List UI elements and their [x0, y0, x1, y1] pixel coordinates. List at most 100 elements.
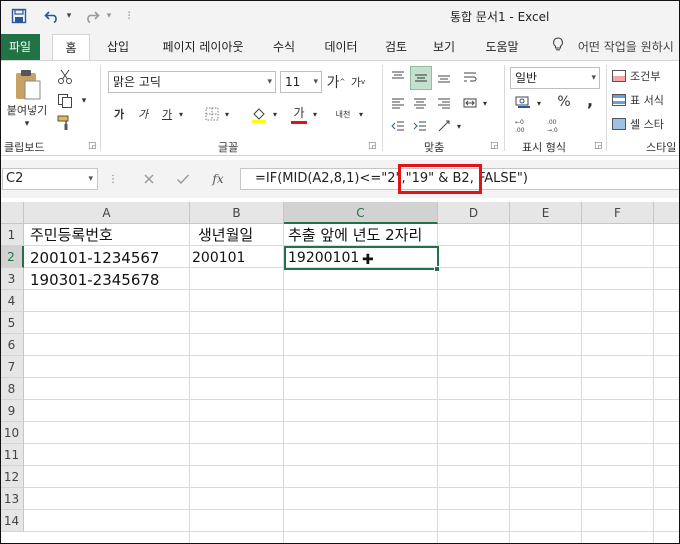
tab-review[interactable]: 검토	[376, 34, 416, 60]
row-header[interactable]: 11	[0, 444, 24, 466]
row-header[interactable]: 10	[0, 422, 24, 444]
column-header-a[interactable]: A	[24, 202, 190, 224]
tab-home[interactable]: 홈	[52, 34, 90, 61]
fill-color-icon[interactable]	[248, 103, 270, 125]
row-header[interactable]: 4	[0, 290, 24, 312]
row-header[interactable]: 14	[0, 510, 24, 532]
row-header[interactable]: 3	[0, 268, 24, 290]
tab-page-layout[interactable]: 페이지 레이아웃	[148, 34, 258, 60]
paste-icon[interactable]	[10, 67, 46, 103]
grow-font-button[interactable]: 가 ^	[326, 73, 346, 91]
tab-view[interactable]: 보기	[424, 34, 464, 60]
alignment-launcher-icon[interactable]: ◲	[490, 141, 499, 151]
fill-color-dropdown-icon[interactable]: ▾	[270, 107, 280, 121]
column-header-e[interactable]: E	[510, 202, 582, 224]
borders-icon[interactable]	[202, 105, 222, 123]
row-header[interactable]: 8	[0, 378, 24, 400]
tab-insert[interactable]: 삽입	[98, 34, 138, 60]
font-size-dropdown[interactable]: 11 ▾	[280, 71, 322, 93]
phonetic-guide-button[interactable]: 내천	[330, 105, 356, 123]
increase-indent-icon[interactable]	[410, 117, 430, 135]
cell-b2[interactable]: 200101	[188, 247, 245, 269]
tell-me-box[interactable]: 어떤 작업을 원하시	[552, 34, 674, 60]
orientation-dropdown-icon[interactable]: ▾	[454, 119, 464, 133]
align-top-icon[interactable]	[388, 67, 408, 87]
tab-data[interactable]: 데이터	[316, 34, 366, 60]
merge-dropdown-icon[interactable]: ▾	[480, 96, 490, 110]
row-header[interactable]: 1	[0, 224, 24, 246]
row-header[interactable]: 5	[0, 312, 24, 334]
enter-entry-icon[interactable]	[172, 169, 194, 189]
number-launcher-icon[interactable]: ◲	[594, 141, 603, 151]
row-header[interactable]: 13	[0, 488, 24, 510]
format-as-table-button[interactable]: 표 서식	[612, 91, 680, 109]
row-header[interactable]: 6	[0, 334, 24, 356]
conditional-formatting-button[interactable]: 조건부	[612, 67, 680, 85]
tab-file[interactable]: 파일	[0, 34, 40, 60]
accounting-format-icon[interactable]	[512, 93, 534, 111]
borders-dropdown-icon[interactable]: ▾	[222, 107, 232, 121]
increase-decimal-icon[interactable]: ←0.00	[512, 115, 538, 135]
cell-a3[interactable]: 190301-2345678	[26, 269, 159, 291]
row-header[interactable]: 2	[0, 246, 24, 268]
cell-styles-button[interactable]: 셀 스타	[612, 115, 680, 133]
row-header[interactable]: 9	[0, 400, 24, 422]
select-all-corner[interactable]	[0, 202, 24, 224]
wrap-text-icon[interactable]	[460, 67, 480, 87]
italic-button[interactable]: 가	[134, 105, 152, 123]
cell-b1[interactable]: 생년월일	[194, 224, 253, 246]
redo-icon[interactable]	[82, 6, 102, 26]
copy-icon[interactable]	[54, 91, 76, 111]
tab-formulas[interactable]: 수식	[264, 34, 304, 60]
underline-button[interactable]: 가	[158, 105, 176, 123]
accounting-dropdown-icon[interactable]: ▾	[534, 96, 544, 110]
shrink-font-button[interactable]: 가v	[348, 73, 368, 91]
formula-bar-grip-icon[interactable]: ⋮	[108, 171, 118, 187]
align-bottom-icon[interactable]	[434, 67, 454, 87]
align-center-icon[interactable]	[410, 93, 430, 113]
cell-a1[interactable]: 주민등록번호	[26, 224, 113, 246]
insert-function-button[interactable]: fx	[206, 169, 230, 189]
column-header-b[interactable]: B	[190, 202, 284, 224]
phonetic-dropdown-icon[interactable]: ▾	[356, 107, 366, 121]
customize-toolbar-icon[interactable]: ⫶	[122, 6, 136, 26]
fill-handle[interactable]	[434, 266, 440, 272]
paste-label[interactable]: 붙여넣기	[2, 103, 52, 117]
number-format-dropdown[interactable]: 일반 ▾	[510, 67, 600, 89]
clipboard-launcher-icon[interactable]: ◲	[88, 141, 97, 151]
tab-help[interactable]: 도움말	[474, 34, 530, 60]
column-header-partial[interactable]	[654, 202, 680, 224]
font-name-dropdown[interactable]: 맑은 고딕 ▾	[108, 71, 276, 93]
paste-dropdown-icon[interactable]: ▾	[20, 119, 34, 129]
font-color-dropdown-icon[interactable]: ▾	[310, 107, 320, 121]
column-header-f[interactable]: F	[582, 202, 654, 224]
font-launcher-icon[interactable]: ◲	[368, 141, 377, 151]
cut-icon[interactable]	[54, 67, 76, 87]
undo-icon[interactable]	[42, 6, 62, 26]
orientation-icon[interactable]	[434, 117, 454, 135]
align-left-icon[interactable]	[388, 93, 408, 113]
row-header[interactable]: 7	[0, 356, 24, 378]
cancel-entry-icon[interactable]	[138, 169, 160, 189]
cell-a2[interactable]: 200101-1234567	[26, 247, 159, 269]
percent-style-button[interactable]: %	[554, 93, 574, 111]
undo-dropdown-icon[interactable]: ▾	[63, 6, 75, 26]
merge-center-icon[interactable]	[460, 93, 480, 113]
save-icon[interactable]	[8, 6, 30, 26]
align-right-icon[interactable]	[434, 93, 454, 113]
name-box[interactable]: C2 ▾	[2, 168, 98, 190]
decrease-decimal-icon[interactable]: .00 →.0	[544, 115, 570, 135]
underline-dropdown-icon[interactable]: ▾	[176, 107, 186, 121]
comma-style-button[interactable]: ,	[580, 91, 600, 110]
font-color-button[interactable]: 가	[288, 103, 310, 125]
column-header-c[interactable]: C	[284, 202, 438, 224]
redo-dropdown-icon[interactable]: ▾	[103, 6, 115, 26]
copy-dropdown-icon[interactable]: ▾	[78, 94, 90, 108]
decrease-indent-icon[interactable]	[388, 117, 408, 135]
column-header-d[interactable]: D	[438, 202, 510, 224]
cell-c1[interactable]: 추출 앞에 년도 2자리	[284, 224, 422, 246]
bold-button[interactable]: 가	[110, 105, 128, 123]
format-painter-icon[interactable]	[54, 113, 76, 133]
row-header[interactable]: 12	[0, 466, 24, 488]
align-middle-icon[interactable]	[410, 66, 432, 90]
